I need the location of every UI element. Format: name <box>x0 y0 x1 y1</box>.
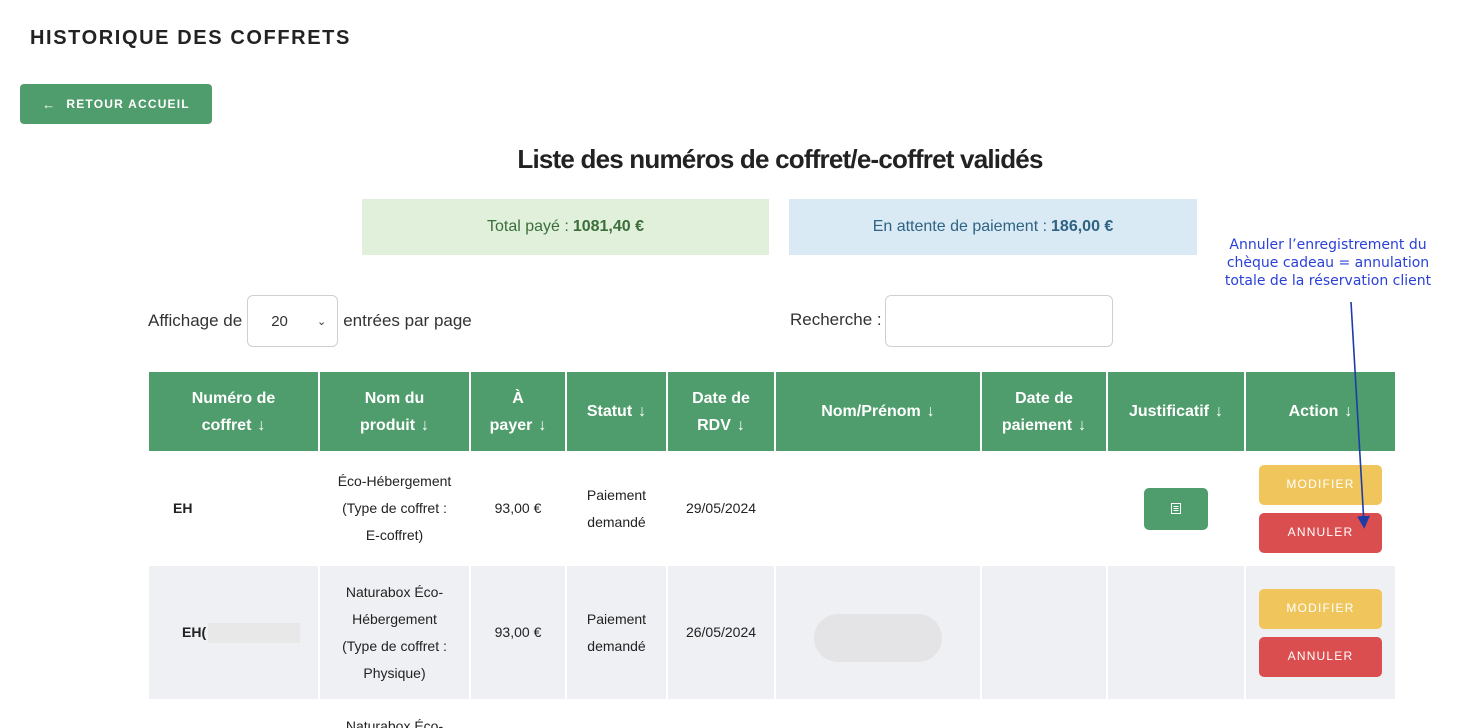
annotation-line: Annuler l’enregistrement du <box>1229 237 1427 253</box>
justificatif-button[interactable] <box>1144 487 1208 530</box>
redacted-block <box>814 614 942 662</box>
entries-prefix: Affichage de <box>148 311 243 330</box>
product-name: Éco-Hébergement (Type de coffret : E-coffr… <box>319 451 471 566</box>
sort-arrow-icon: ↓ <box>1344 403 1353 420</box>
sort-arrow-icon: ↓ <box>1215 403 1223 420</box>
coffret-code: EH <box>149 451 320 566</box>
annotation-note: Annuler l’enregistrement du chèque cadea… <box>1208 236 1448 290</box>
justificatif-cell <box>1107 566 1246 699</box>
list-title: Liste des numéros de coffret/e-coffret v… <box>517 144 1043 174</box>
justificatif-cell <box>1107 451 1246 566</box>
page-title: HISTORIQUE DES COFFRETS <box>30 27 351 49</box>
sort-arrow-icon: ↓ <box>421 416 430 434</box>
entries-suffix: entrées par page <box>343 311 472 330</box>
header-a-payer[interactable]: Àpayer ↓ <box>470 372 567 451</box>
sort-arrow-icon: ↓ <box>638 403 647 420</box>
modify-button[interactable]: MODIFIER <box>1259 588 1382 629</box>
sort-arrow-icon: ↓ <box>257 416 266 434</box>
header-date-paiement[interactable]: Date de paiement ↓ <box>981 372 1108 451</box>
header-action[interactable]: Action ↓ <box>1245 372 1395 451</box>
amount: 93,00 € <box>470 566 567 699</box>
action-cell: MODIFIER ANNULER <box>1245 566 1395 699</box>
cancel-button[interactable]: ANNULER <box>1259 512 1382 553</box>
status: Paiement demandé <box>566 451 668 566</box>
header-statut[interactable]: Statut ↓ <box>566 372 668 451</box>
sort-arrow-icon: ↓ <box>538 416 547 434</box>
header-nom-produit[interactable]: Nom du produit ↓ <box>319 372 471 451</box>
status: Paiement demandé <box>566 566 668 699</box>
table-row: Naturabox Éco- <box>149 699 1395 728</box>
action-cell: MODIFIER ANNULER <box>1245 451 1395 566</box>
header-nom-prenom[interactable]: Nom/Prénom ↓ <box>775 372 982 451</box>
customer-name <box>775 451 982 566</box>
pending-payment-value: 186,00 € <box>1051 218 1114 235</box>
back-home-label: RETOUR ACCUEIL <box>66 97 190 111</box>
sort-arrow-icon: ↓ <box>1078 416 1087 434</box>
search-input[interactable] <box>885 295 1113 347</box>
redacted-block <box>208 623 301 644</box>
modify-button[interactable]: MODIFIER <box>1259 464 1382 505</box>
cancel-button[interactable]: ANNULER <box>1259 636 1382 677</box>
total-paid-label: Total payé : <box>486 218 569 235</box>
pending-payment-label: En attente de paiement : <box>872 218 1048 235</box>
arrow-left-icon: ← <box>42 96 57 112</box>
total-paid-value: 1081,40 € <box>572 218 644 235</box>
annotation-line: totale de la réservation client <box>1224 273 1432 289</box>
table-row: EH Éco-Hébergement (Type de coffret : E-co… <box>149 451 1395 566</box>
header-date-rdv[interactable]: Date de RDV ↓ <box>667 372 776 451</box>
header-justificatif[interactable]: Justificatif ↓ <box>1107 372 1246 451</box>
chevron-down-icon: ⌄ <box>317 315 327 328</box>
coffret-table: Numéro de coffret ↓ Nom du produit ↓ Àpayer ↓… <box>149 372 1395 728</box>
entries-select-value: 20 <box>271 312 288 330</box>
rdv-date: 26/05/2024 <box>667 566 776 699</box>
table-row: EH( Naturabox Éco- Hébergement (Type de co… <box>149 566 1395 699</box>
annotation-line: chèque cadeau = annulation <box>1226 255 1430 271</box>
product-name: Naturabox Éco- <box>319 699 471 728</box>
header-numero-coffret[interactable]: Numéro de coffret ↓ <box>149 372 320 451</box>
search-label: Recherche : <box>790 310 882 329</box>
entries-select[interactable]: 20 ⌄ <box>247 295 339 347</box>
back-home-button[interactable]: ← RETOUR ACCUEIL <box>20 84 212 124</box>
amount: 93,00 € <box>470 451 567 566</box>
payment-date <box>981 451 1108 566</box>
entries-per-page: Affichage de 20 ⌄ entrées par page <box>148 295 472 347</box>
table-header-row: Numéro de coffret ↓ Nom du produit ↓ Àpayer ↓… <box>149 372 1395 451</box>
sort-arrow-icon: ↓ <box>926 403 935 420</box>
sort-arrow-icon: ↓ <box>736 416 745 434</box>
product-name: Naturabox Éco- Hébergement (Type de coffre… <box>319 566 471 699</box>
pending-payment-box: En attente de paiement : 186,00 € <box>789 199 1197 255</box>
customer-name <box>775 566 982 699</box>
payment-date <box>981 566 1108 699</box>
rdv-date: 29/05/2024 <box>667 451 776 566</box>
total-paid-box: Total payé : 1081,40 € <box>362 199 769 255</box>
coffret-code: EH( <box>149 566 320 699</box>
document-icon <box>1171 503 1181 514</box>
